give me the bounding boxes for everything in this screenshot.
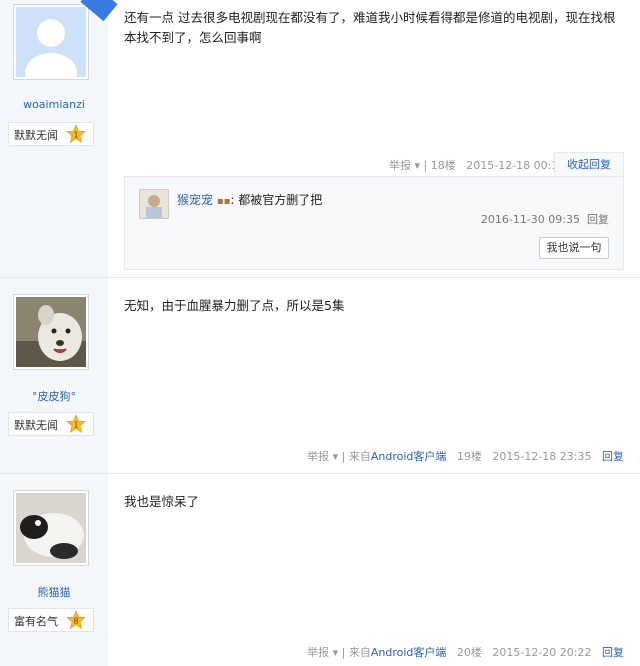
reply-link[interactable]: 回复 (602, 450, 624, 463)
avatar[interactable] (13, 294, 89, 370)
badge-label: 默默无闻 (14, 129, 58, 142)
reply-username[interactable]: 猴宠宠 (177, 193, 213, 207)
reply-meta: 2016-11-30 09:35 回复 (481, 211, 609, 227)
collapse-reply-button[interactable]: 收起回复 (554, 152, 624, 177)
post-19: °皮皮狗° 默默无闻 1 无知，由于血腥暴力删了点，所以是5集 举报 ▾ | 来… (0, 278, 640, 474)
star-icon: 8 (66, 610, 86, 630)
user-panel: °皮皮狗° 默默无闻 1 (0, 278, 108, 473)
avatar[interactable] (13, 4, 89, 80)
reply-text-line: 猴宠宠 ▪▪: 都被官方删了把 (177, 193, 323, 207)
reply-avatar-image (140, 190, 168, 218)
level-badge[interactable]: 默默无闻 1 (8, 122, 94, 146)
svg-text:1: 1 (73, 131, 78, 140)
report-link[interactable]: 举报 (389, 159, 411, 172)
panda-avatar-image (16, 493, 86, 563)
badge-label: 默默无闻 (14, 419, 58, 432)
reply-box: 猴宠宠 ▪▪: 都被官方删了把 2016-11-30 09:35 回复 我也说一… (124, 176, 624, 270)
floor-number: 19楼 (456, 450, 482, 463)
user-panel: woaimianzi 默默无闻 1 (0, 0, 118, 277)
chevron-down-icon[interactable]: ▾ (411, 159, 420, 172)
avatar[interactable] (13, 490, 89, 566)
floor-number: 18楼 (430, 159, 456, 172)
dog-avatar-image (16, 297, 86, 367)
post-content: 还有一点 过去很多电视剧现在都没有了，难道我小时候看得都是修道的电视剧，现在找根… (124, 10, 616, 45)
post-content: 无知，由于血腥暴力删了点，所以是5集 (124, 298, 345, 313)
reply-text: 都被官方删了把 (238, 193, 323, 207)
source-link[interactable]: Android客户端 (371, 450, 447, 463)
reply-reply-link[interactable]: 回复 (587, 213, 609, 226)
post-20: 熊猫猫 富有名气 8 我也是惊呆了 举报 ▾ | 来自Android客户端 20… (0, 474, 640, 666)
level-badge[interactable]: 富有名气 8 (8, 608, 94, 632)
reply-avatar[interactable] (139, 189, 169, 219)
svg-text:8: 8 (73, 617, 78, 626)
report-link[interactable]: 举报 (307, 646, 329, 659)
username-link[interactable]: °皮皮狗° (0, 388, 108, 404)
svg-text:1: 1 (73, 421, 78, 430)
chevron-down-icon[interactable]: ▾ (329, 450, 342, 463)
star-icon: 1 (66, 414, 86, 434)
badge-label: 富有名气 (14, 615, 58, 628)
post-meta: 举报 ▾ | 18楼 2015-12-18 00:10 (389, 159, 566, 172)
say-something-button[interactable]: 我也说一句 (539, 237, 609, 259)
post-meta: 举报 ▾ | 来自Android客户端 20楼 2015-12-20 20:22… (307, 646, 624, 659)
source-link[interactable]: Android客户端 (371, 646, 447, 659)
user-panel: 熊猫猫 富有名气 8 (0, 474, 108, 666)
default-avatar-icon (16, 7, 86, 77)
report-link[interactable]: 举报 (307, 450, 329, 463)
reply-date: 2016-11-30 09:35 (480, 213, 580, 226)
chevron-down-icon[interactable]: ▾ (329, 646, 342, 659)
level-badge[interactable]: 默默无闻 1 (8, 412, 94, 436)
post-date: 2015-12-20 20:22 (492, 646, 592, 659)
post-content: 我也是惊呆了 (124, 494, 200, 509)
post-meta: 举报 ▾ | 来自Android客户端 19楼 2015-12-18 23:35… (307, 450, 624, 463)
post-date: 2015-12-18 00:10 (466, 159, 566, 172)
username-link[interactable]: woaimianzi (0, 98, 108, 111)
floor-number: 20楼 (456, 646, 482, 659)
username-link[interactable]: 熊猫猫 (0, 584, 108, 600)
post-date: 2015-12-18 23:35 (492, 450, 592, 463)
post-18: woaimianzi 默默无闻 1 还有一点 过去很多电视剧现在都没有了，难道我… (0, 0, 640, 278)
star-icon: 1 (66, 124, 86, 144)
reply-link[interactable]: 回复 (602, 646, 624, 659)
user-badge-icon: ▪▪ (216, 196, 231, 207)
